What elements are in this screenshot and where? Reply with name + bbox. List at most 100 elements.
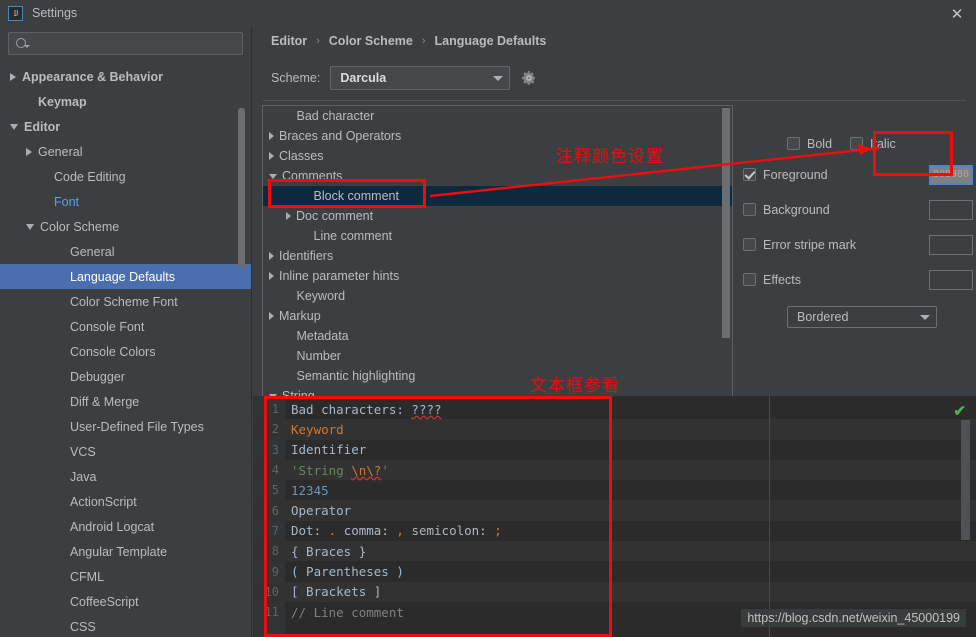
settings-sidebar: Appearance & Behavior Keymap Editor General… bbox=[0, 26, 252, 637]
sidebar-scrollbar-track[interactable] bbox=[238, 26, 248, 601]
inspection-ok-icon[interactable]: ✔ bbox=[953, 402, 966, 420]
watermark-url: https://blog.csdn.net/weixin_45000199 bbox=[741, 609, 966, 627]
attribute-item-number[interactable]: Number bbox=[263, 346, 732, 366]
scheme-label: Scheme: bbox=[271, 71, 321, 85]
sidebar-item-keymap[interactable]: Keymap bbox=[0, 89, 251, 114]
background-checkbox[interactable] bbox=[743, 203, 756, 216]
attribute-item-markup[interactable]: Markup bbox=[263, 306, 732, 326]
attribute-item-braces-and-operators[interactable]: Braces and Operators bbox=[263, 126, 732, 146]
attribute-item-comments[interactable]: Comments bbox=[263, 166, 732, 186]
sidebar-item-cfml[interactable]: CFML bbox=[0, 564, 251, 589]
code-token: Identifier bbox=[291, 442, 367, 458]
attribute-item-line-comment[interactable]: Line comment bbox=[263, 226, 732, 246]
attribute-item-block-comment[interactable]: Block comment bbox=[263, 186, 732, 206]
bold-checkbox[interactable] bbox=[787, 137, 800, 150]
intellij-logo-icon: IJ bbox=[8, 5, 23, 21]
sidebar-item-general[interactable]: General bbox=[0, 139, 251, 164]
attribute-item-label: Identifiers bbox=[279, 249, 334, 263]
line-number: 7 bbox=[271, 523, 279, 538]
breadcrumb-item[interactable]: Editor bbox=[271, 34, 307, 48]
error-stripe-mark-checkbox[interactable] bbox=[743, 238, 756, 251]
chevron-right-icon[interactable] bbox=[269, 152, 274, 160]
attribute-item-semantic-highlighting[interactable]: Semantic highlighting bbox=[263, 366, 732, 386]
preview-vertical-divider bbox=[769, 396, 770, 637]
code-line: 2 Keyword bbox=[253, 419, 976, 440]
attribute-scrollbar-thumb[interactable] bbox=[722, 108, 730, 338]
color-swatch-background[interactable] bbox=[929, 199, 973, 220]
sidebar-item-appearance-behavior[interactable]: Appearance & Behavior bbox=[0, 64, 251, 89]
close-icon[interactable]: ✕ bbox=[948, 5, 966, 23]
code-token: { Braces } bbox=[291, 543, 367, 559]
sidebar-item-java[interactable]: Java bbox=[0, 464, 251, 489]
code-line: 4 'String \n\?' bbox=[253, 459, 976, 481]
chevron-right-icon[interactable] bbox=[269, 272, 274, 280]
color-swatch-effects[interactable] bbox=[929, 269, 973, 290]
sidebar-item-language-defaults[interactable]: Language Defaults bbox=[0, 264, 251, 289]
sidebar-item-debugger[interactable]: Debugger bbox=[0, 364, 251, 389]
sidebar-item-android-logcat[interactable]: Android Logcat bbox=[0, 514, 251, 539]
code-token: Bad characters: bbox=[291, 401, 412, 417]
sidebar-item-actionscript[interactable]: ActionScript bbox=[0, 489, 251, 514]
option-row: Error stripe mark bbox=[743, 227, 973, 262]
code-token: Keyword bbox=[291, 421, 344, 437]
chevron-right-icon[interactable] bbox=[269, 132, 274, 140]
title-bar: IJ Settings ✕ bbox=[0, 0, 976, 26]
chevron-right-icon[interactable] bbox=[26, 147, 32, 156]
attribute-item-keyword[interactable]: Keyword bbox=[263, 286, 732, 306]
chevron-down-icon bbox=[920, 314, 930, 320]
sidebar-scrollbar-thumb[interactable] bbox=[238, 108, 245, 268]
scheme-dropdown[interactable]: Darcula bbox=[330, 66, 511, 90]
attribute-item-inline-parameter-hints[interactable]: Inline parameter hints bbox=[263, 266, 732, 286]
search-wrapper bbox=[0, 26, 251, 55]
preview-code: 1 Bad characters: ???? 2 Keyword 3 Identifier… bbox=[253, 399, 976, 622]
sidebar-item-color-scheme[interactable]: Color Scheme bbox=[0, 214, 251, 239]
color-swatch-error-stripe-mark[interactable] bbox=[929, 234, 973, 255]
chevron-down-icon[interactable] bbox=[26, 223, 34, 230]
option-row: Foreground 808080 bbox=[743, 157, 973, 192]
breadcrumb-item[interactable]: Language Defaults bbox=[435, 34, 547, 48]
sidebar-item-general[interactable]: General bbox=[0, 239, 251, 264]
sidebar-item-font[interactable]: Font bbox=[0, 189, 251, 214]
search-input[interactable] bbox=[8, 32, 243, 55]
code-line-text: ( Parentheses ) bbox=[285, 564, 404, 579]
chevron-right-icon[interactable] bbox=[269, 252, 274, 260]
attribute-item-bad-character[interactable]: Bad character bbox=[263, 106, 732, 126]
attribute-item-identifiers[interactable]: Identifiers bbox=[263, 246, 732, 266]
attribute-item-doc-comment[interactable]: Doc comment bbox=[263, 206, 732, 226]
effect-type-value: Bordered bbox=[797, 310, 849, 324]
sidebar-item-css[interactable]: CSS bbox=[0, 614, 251, 637]
sidebar-item-editor[interactable]: Editor bbox=[0, 114, 251, 139]
code-token: 12345 bbox=[291, 482, 329, 498]
sidebar-item-diff-merge[interactable]: Diff & Merge bbox=[0, 389, 251, 414]
sidebar-item-label: Keymap bbox=[38, 94, 87, 109]
sidebar-item-vcs[interactable]: VCS bbox=[0, 439, 251, 464]
code-line-text: // Line comment bbox=[285, 605, 404, 620]
preview-scrollbar-thumb[interactable] bbox=[961, 420, 970, 540]
italic-checkbox[interactable] bbox=[850, 137, 864, 150]
attribute-item-classes[interactable]: Classes bbox=[263, 146, 732, 166]
sidebar-item-coffeescript[interactable]: CoffeeScript bbox=[0, 589, 251, 614]
attribute-item-label: Metadata bbox=[296, 329, 349, 343]
chevron-right-icon[interactable] bbox=[10, 72, 16, 81]
attribute-item-metadata[interactable]: Metadata bbox=[263, 326, 732, 346]
sidebar-item-color-scheme-font[interactable]: Color Scheme Font bbox=[0, 289, 251, 314]
chevron-right-icon[interactable] bbox=[286, 212, 291, 220]
breadcrumb-item[interactable]: Color Scheme bbox=[329, 34, 413, 48]
code-line-text: Keyword bbox=[285, 422, 344, 437]
option-row-left: Error stripe mark bbox=[743, 238, 856, 252]
color-swatch-foreground[interactable]: 808080 bbox=[929, 164, 973, 185]
sidebar-item-angular-template[interactable]: Angular Template bbox=[0, 539, 251, 564]
sidebar-item-user-defined-file-types[interactable]: User-Defined File Types bbox=[0, 414, 251, 439]
foreground-checkbox[interactable] bbox=[743, 168, 756, 181]
chevron-down-icon[interactable] bbox=[269, 173, 277, 179]
sidebar-item-code-editing[interactable]: Code Editing bbox=[0, 164, 251, 189]
chevron-down-icon[interactable] bbox=[10, 123, 18, 130]
effects-checkbox[interactable] bbox=[743, 273, 756, 286]
code-preview[interactable]: 1 Bad characters: ???? 2 Keyword 3 Identifier… bbox=[253, 396, 976, 637]
sidebar-item-console-font[interactable]: Console Font bbox=[0, 314, 251, 339]
effect-type-dropdown[interactable]: Bordered bbox=[787, 306, 937, 328]
gear-icon[interactable] bbox=[520, 70, 537, 87]
code-token: Dot: bbox=[291, 523, 329, 539]
sidebar-item-console-colors[interactable]: Console Colors bbox=[0, 339, 251, 364]
chevron-right-icon[interactable] bbox=[269, 312, 274, 320]
